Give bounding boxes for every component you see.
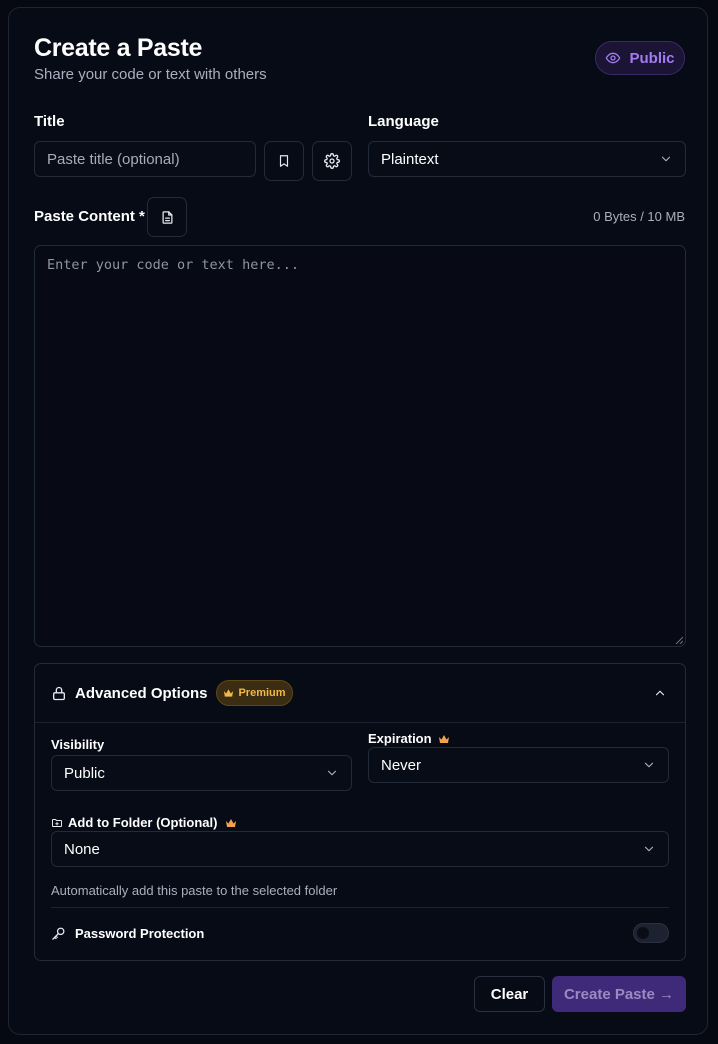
folder-hint: Automatically add this paste to the sele… xyxy=(51,883,338,898)
advanced-options-panel: Advanced Options Premium Visibility Publ… xyxy=(34,663,686,961)
key-icon xyxy=(51,926,66,941)
paste-content-textarea[interactable]: Enter your code or text here... xyxy=(34,245,686,647)
title-input-placeholder: Paste title (optional) xyxy=(47,150,180,168)
bookmark-button[interactable] xyxy=(264,141,304,181)
create-paste-card: Create a Paste Share your code or text w… xyxy=(8,7,708,1035)
folder-select[interactable]: None xyxy=(51,831,669,867)
premium-badge: Premium xyxy=(216,680,293,706)
expiration-select[interactable]: Never xyxy=(368,747,669,783)
folder-label: Add to Folder (Optional) xyxy=(68,815,218,830)
create-paste-button[interactable]: Create Paste → xyxy=(552,976,686,1012)
language-value: Plaintext xyxy=(381,150,439,168)
toggle-knob xyxy=(637,927,649,939)
chevron-up-icon[interactable] xyxy=(653,686,667,700)
folder-label-row: Add to Folder (Optional) xyxy=(51,815,237,830)
page-title: Create a Paste xyxy=(34,34,203,62)
visibility-value: Public xyxy=(64,764,105,782)
premium-badge-label: Premium xyxy=(238,687,286,699)
chevron-down-icon xyxy=(642,758,656,772)
expiration-label: Expiration xyxy=(368,731,432,746)
password-toggle[interactable] xyxy=(633,923,669,943)
document-icon xyxy=(160,210,175,225)
chevron-down-icon xyxy=(659,152,673,166)
size-indicator: 0 Bytes / 10 MB xyxy=(593,209,685,224)
gear-icon xyxy=(324,153,340,169)
expiration-value: Never xyxy=(381,756,422,774)
divider xyxy=(35,722,685,723)
title-input[interactable]: Paste title (optional) xyxy=(34,141,256,177)
chevron-down-icon xyxy=(325,766,339,780)
textarea-placeholder: Enter your code or text here... xyxy=(47,257,299,273)
password-protection-label: Password Protection xyxy=(75,926,205,941)
crown-icon xyxy=(438,734,450,744)
resize-handle-icon[interactable] xyxy=(675,636,683,644)
title-label: Title xyxy=(34,113,65,130)
bookmark-icon xyxy=(277,154,291,168)
crown-icon xyxy=(225,818,237,828)
clear-button[interactable]: Clear xyxy=(474,976,545,1012)
language-label: Language xyxy=(368,113,439,130)
file-template-button[interactable] xyxy=(147,197,187,237)
expiration-label-row: Expiration xyxy=(368,731,450,746)
visibility-badge-label: Public xyxy=(629,49,675,67)
visibility-select[interactable]: Public xyxy=(51,755,352,791)
visibility-label: Visibility xyxy=(51,737,105,752)
lock-icon xyxy=(51,685,67,702)
language-select[interactable]: Plaintext xyxy=(368,141,686,177)
page-subtitle: Share your code or text with others xyxy=(34,66,267,83)
chevron-down-icon xyxy=(642,842,656,856)
advanced-options-title[interactable]: Advanced Options xyxy=(75,685,208,702)
settings-button[interactable] xyxy=(312,141,352,181)
eye-icon xyxy=(605,50,621,66)
folder-value: None xyxy=(64,840,100,858)
folder-plus-icon xyxy=(51,817,63,829)
content-label: Paste Content * xyxy=(34,208,145,225)
divider xyxy=(51,907,669,908)
crown-icon xyxy=(223,688,234,698)
visibility-badge[interactable]: Public xyxy=(595,41,685,75)
